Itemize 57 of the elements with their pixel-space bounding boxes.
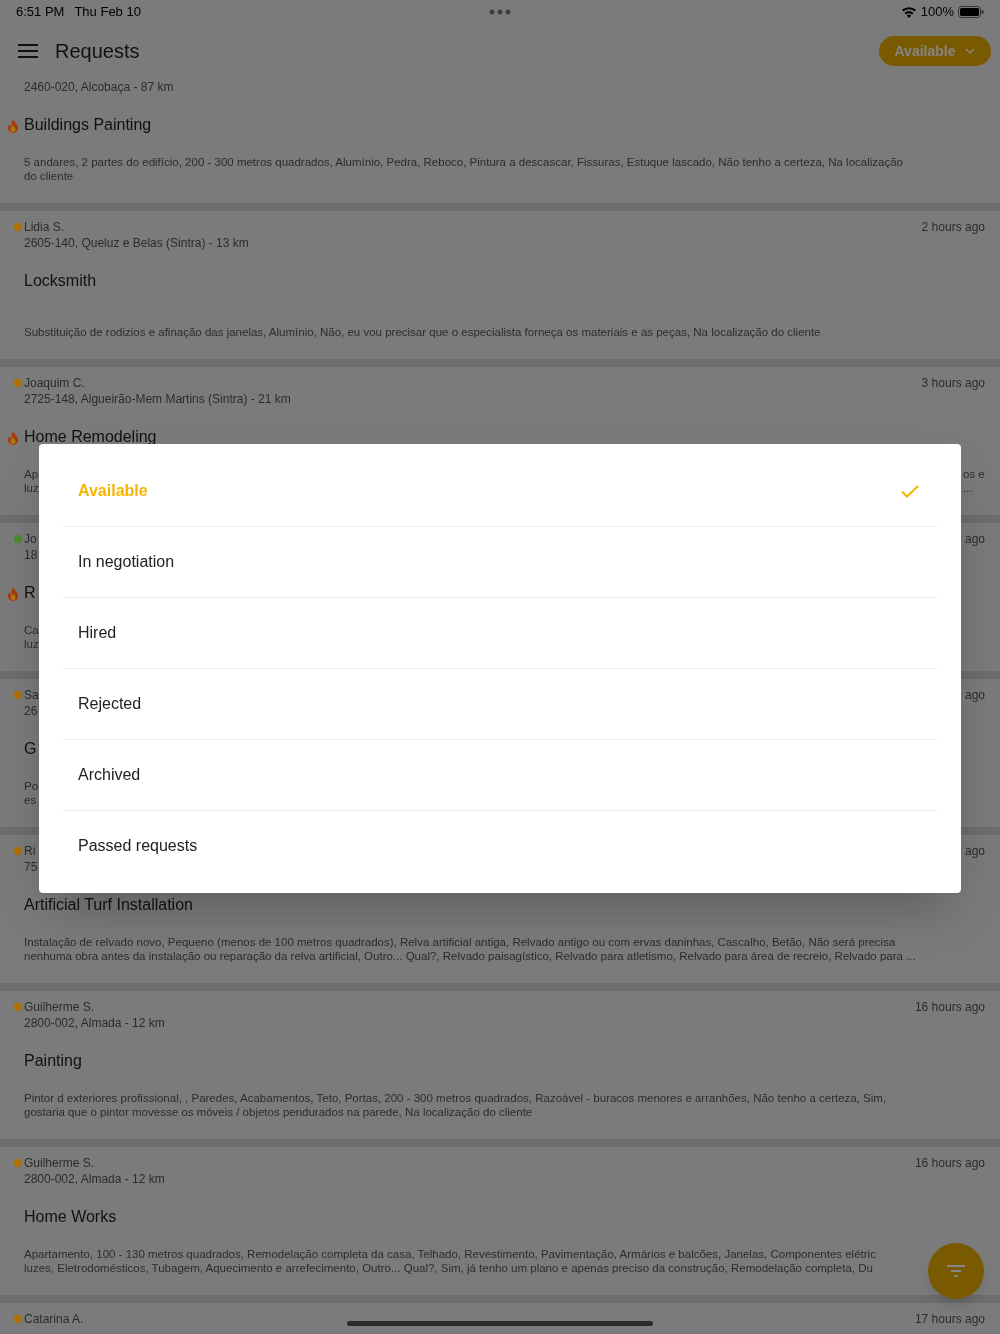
- chevron-down-icon: [965, 48, 976, 54]
- menu-option[interactable]: Rejected: [63, 669, 937, 739]
- menu-icon[interactable]: [18, 43, 38, 59]
- request-title: Home Remodeling: [24, 427, 157, 447]
- time-ago: ago: [964, 843, 985, 860]
- request-title: Buildings Painting: [24, 115, 152, 135]
- request-title: R: [24, 583, 36, 603]
- address: 18: [24, 547, 38, 563]
- address: 2460-020, Alcobaça - 87 km: [24, 79, 174, 95]
- request-title: Painting: [24, 1051, 82, 1071]
- address: 2800-002, Almada - 12 km: [24, 1015, 165, 1031]
- request-description: Po es: [24, 779, 39, 807]
- client-name: Guilherme S.: [24, 1155, 95, 1172]
- battery-icon: [958, 6, 984, 18]
- time-ago: ago: [964, 531, 985, 548]
- time-ago: 3 hours ago: [921, 375, 985, 392]
- status-time: 6:51 PM: [16, 3, 65, 22]
- request-description: Ca luz: [24, 623, 39, 651]
- time-ago: 2 hours ago: [921, 219, 985, 236]
- request-title: Artificial Turf Installation: [24, 895, 193, 915]
- client-name: Jo: [24, 531, 37, 548]
- address: 26: [24, 703, 38, 719]
- time-ago: 17 hours ago: [914, 1311, 985, 1328]
- address: 75: [24, 859, 38, 875]
- request-description: 5 andares, 2 partes do edifício, 200 - 300 metros quadrados, Alumínio, Pedra, Reboco, Pintura a descascar, Fissuras, Estuque lascado, Não tenho a certeza, Na localização do cliente: [24, 155, 903, 183]
- time-ago: 16 hours ago: [914, 999, 985, 1016]
- client-name: Sa: [24, 687, 39, 704]
- page-title: Requests: [55, 39, 140, 64]
- address: 2725-148, Algueirão-Mem Martins (Sintra) - 21 km: [24, 391, 291, 407]
- client-name: Catarina A.: [24, 1311, 84, 1328]
- status-date: Thu Feb 10: [74, 3, 141, 22]
- client-name: Joaquim C.: [24, 375, 85, 392]
- time-ago: 16 hours ago: [914, 1155, 985, 1172]
- client-name: Lidia S.: [24, 219, 65, 236]
- time-ago: ago: [964, 687, 985, 704]
- wifi-icon: [900, 6, 917, 18]
- request-description: Pintor d exteriores profissional, , Paredes, Acabamentos, Teto, Portas, 200 - 300 metros quadrados, Razoável - buracos menores e arranhões, Não tenho a certeza, Sim, gostaria que o pintor movesse os móveis / objetos pendurados na parede, Na localização do cliente: [24, 1091, 887, 1119]
- filter-icon: [947, 1265, 965, 1277]
- menu-option[interactable]: Passed requests: [63, 811, 937, 881]
- client-name: Guilherme S.: [24, 999, 95, 1016]
- battery-level: 100%: [920, 3, 954, 22]
- address: 2605-140, Queluz e Belas (Sintra) - 13 km: [24, 235, 249, 251]
- address: 2800-002, Almada - 12 km: [24, 1171, 165, 1187]
- multitask-icon[interactable]: [489, 9, 511, 15]
- request-description: os e ...: [963, 467, 985, 495]
- request-description: Instalação de relvado novo, Pequeno (menos de 100 metros quadrados), Relva artificial antiga, Relvado antigo ou com ervas daninhas, Cascalho, Betão, Não será precisa nenhuma obra antes da instalação ou reparação da relva artificial, Outro... Qual?, Relvado paisagístico, Relvado para atletismo, Relvado para área de recreio, Relvado para ...: [24, 935, 916, 963]
- request-title: G: [24, 739, 37, 759]
- menu-option[interactable]: In negotiation: [63, 527, 937, 597]
- request-description: Ap luz: [24, 467, 39, 495]
- client-name: Ri: [24, 843, 36, 860]
- menu-option[interactable]: Hired: [63, 598, 937, 668]
- request-description: Substituição de rodizios e afinação das janelas, Alumínio, Não, eu vou precisar que o especialista forneça os materiais e as peças, Na localização do cliente: [24, 325, 821, 339]
- menu-option[interactable]: Archived: [63, 740, 937, 810]
- check-icon: [901, 484, 919, 498]
- request-title: Home Works: [24, 1207, 117, 1227]
- request-title: Locksmith: [24, 271, 97, 291]
- request-description: Apartamento, 100 - 130 metros quadrados, Remodelação completa da casa, Telhado, Revestimento, Pavimentação, Armários e balcões, Janelas, Componentes elétric luzes, Eletrodomésticos, Tubagem, Aquecimento e arrefecimento, Outro... Qual?, Sim, já tenho um plano e apenas preciso da construção, Remodelação completa, Du: [24, 1247, 876, 1275]
